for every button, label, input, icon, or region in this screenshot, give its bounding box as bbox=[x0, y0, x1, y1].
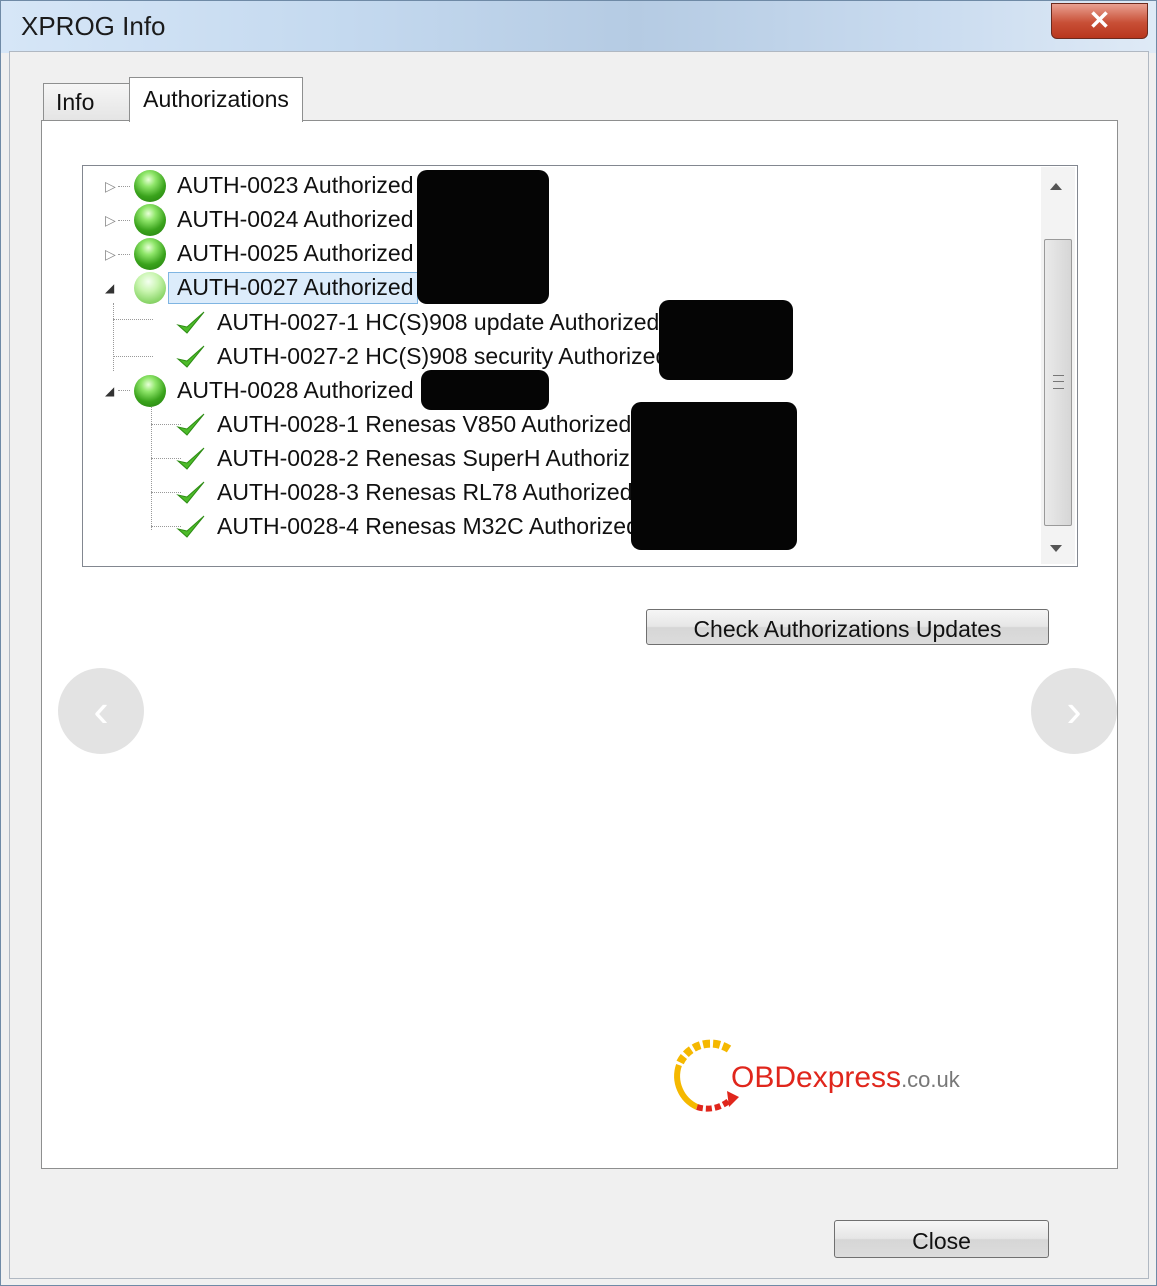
checkmark-icon bbox=[176, 481, 205, 504]
grip-icon bbox=[1053, 375, 1064, 389]
redaction-mark bbox=[659, 300, 793, 380]
tree-item-label: AUTH-0024 Authorized bbox=[177, 206, 414, 232]
logo-tld: .co.uk bbox=[901, 1067, 960, 1092]
logo-brand: OBDexpress bbox=[731, 1061, 902, 1094]
green-ball-icon bbox=[134, 272, 166, 304]
window-title: XPROG Info bbox=[21, 11, 166, 41]
dialog-window: XPROG Info ✕ Info Authorizations ▷ AUTH-… bbox=[0, 0, 1157, 1286]
checkmark-icon bbox=[176, 311, 205, 334]
scroll-down-icon[interactable] bbox=[1050, 545, 1062, 552]
tree-item-label: AUTH-0028-3 Renesas RL78 Authorized bbox=[217, 479, 633, 505]
expand-arrow-icon[interactable]: ▷ bbox=[105, 177, 119, 195]
checkmark-icon bbox=[176, 515, 205, 538]
expand-arrow-icon[interactable]: ▷ bbox=[105, 211, 119, 229]
close-button[interactable]: Close bbox=[834, 1220, 1049, 1258]
close-icon: ✕ bbox=[1088, 5, 1111, 35]
tree-subitem[interactable]: AUTH-0027-2 HC(S)908 security Authorized bbox=[83, 340, 983, 374]
tab-info[interactable]: Info bbox=[43, 83, 131, 121]
tree-subitem[interactable]: AUTH-0028-3 Renesas RL78 Authorized bbox=[83, 476, 983, 510]
title-bar[interactable]: XPROG Info ✕ bbox=[1, 1, 1156, 53]
expand-arrow-icon[interactable]: ▷ bbox=[105, 245, 119, 263]
green-ball-icon bbox=[134, 375, 166, 407]
tree-item-label: AUTH-0028 Authorized bbox=[177, 377, 414, 403]
tree-item-label: AUTH-0027 Authorized bbox=[177, 274, 414, 300]
collapse-arrow-icon[interactable]: ◢ bbox=[105, 279, 119, 297]
redaction-mark bbox=[631, 402, 797, 550]
tree-item-label: AUTH-0023 Authorized bbox=[177, 172, 414, 198]
green-ball-icon bbox=[134, 238, 166, 270]
tree-item-label: AUTH-0028-4 Renesas M32C Authorized bbox=[217, 513, 639, 539]
authorizations-tree[interactable]: ▷ AUTH-0023 Authorized ▷ AUTH-0024 Autho… bbox=[82, 165, 1078, 567]
tree-item-label: AUTH-0028-2 Renesas SuperH Authoriz bbox=[217, 445, 630, 471]
tree-subitem[interactable]: AUTH-0028-4 Renesas M32C Authorized bbox=[83, 510, 983, 544]
tab-authorizations[interactable]: Authorizations bbox=[129, 77, 303, 122]
redaction-mark bbox=[421, 370, 549, 410]
next-arrow-icon[interactable]: › bbox=[1031, 668, 1117, 754]
logo-text: OBDexpress.co.uk bbox=[731, 1061, 960, 1095]
tree-item-label: AUTH-0027-2 HC(S)908 security Authorized bbox=[217, 343, 669, 369]
window-close-button[interactable]: ✕ bbox=[1051, 3, 1148, 39]
green-ball-icon bbox=[134, 170, 166, 202]
tree-item-label: AUTH-0025 Authorized bbox=[177, 240, 414, 266]
tree-subitem[interactable]: AUTH-0028-1 Renesas V850 Authorized bbox=[83, 408, 983, 442]
previous-arrow-icon[interactable]: ‹ bbox=[58, 668, 144, 754]
redaction-mark bbox=[417, 170, 549, 304]
check-authorizations-updates-button[interactable]: Check Authorizations Updates bbox=[646, 609, 1049, 645]
scrollbar-thumb[interactable] bbox=[1044, 239, 1072, 526]
obdexpress-logo: OBDexpress.co.uk bbox=[669, 1035, 999, 1119]
checkmark-icon bbox=[176, 413, 205, 436]
tree-item-label: AUTH-0028-1 Renesas V850 Authorized bbox=[217, 411, 632, 437]
tree-item-label: AUTH-0027-1 HC(S)908 update Authorized bbox=[217, 309, 660, 335]
collapse-arrow-icon[interactable]: ◢ bbox=[105, 382, 119, 400]
checkmark-icon bbox=[176, 345, 205, 368]
tree-subitem[interactable]: AUTH-0028-2 Renesas SuperH Authoriz bbox=[83, 442, 983, 476]
green-ball-icon bbox=[134, 204, 166, 236]
tree-scrollbar[interactable] bbox=[1041, 167, 1075, 564]
tree-subitem[interactable]: AUTH-0027-1 HC(S)908 update Authorized bbox=[83, 306, 983, 340]
checkmark-icon bbox=[176, 447, 205, 470]
scroll-up-icon[interactable] bbox=[1050, 183, 1062, 190]
